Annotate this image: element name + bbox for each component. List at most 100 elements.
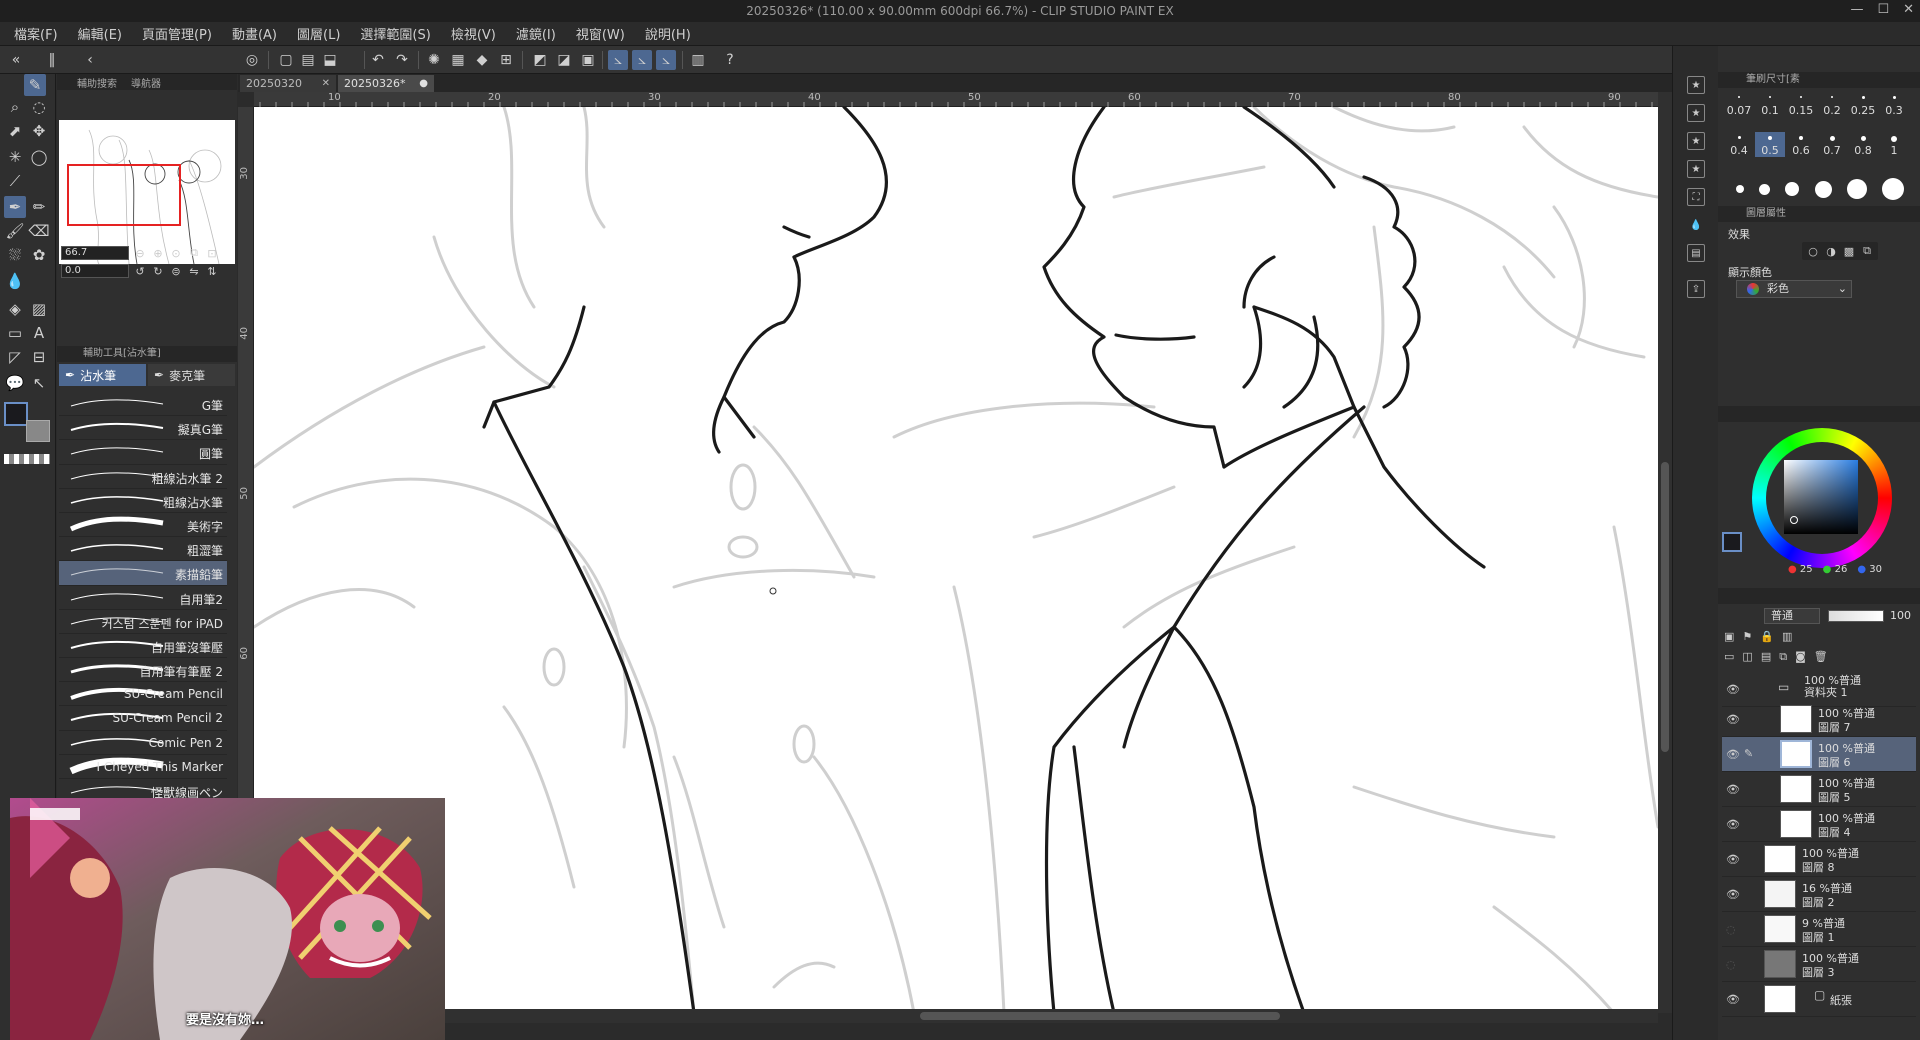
tab-document-20250320[interactable]: 20250320 ✕ bbox=[240, 75, 336, 92]
list-item[interactable]: I Cheyed This Marker bbox=[59, 755, 227, 779]
menu-window[interactable]: 視窗(W) bbox=[576, 24, 625, 43]
figure-icon[interactable]: ▭ bbox=[4, 322, 26, 344]
horizontal-scrollbar[interactable] bbox=[440, 1009, 1658, 1023]
zoom-in-icon[interactable]: ⊕ bbox=[151, 246, 165, 260]
list-item[interactable]: 粗線沾水筆 bbox=[59, 489, 227, 513]
brush-tool-icon[interactable]: 🖌 bbox=[4, 220, 26, 242]
transparent-color-swatch[interactable] bbox=[4, 454, 50, 464]
brush-size-large-item[interactable] bbox=[1846, 179, 1867, 199]
menu-selection[interactable]: 選擇範圍(S) bbox=[360, 24, 430, 43]
operation-icon[interactable]: ⬈ bbox=[4, 120, 26, 142]
eraser-icon[interactable]: ⌫ bbox=[28, 220, 50, 242]
list-item[interactable]: 自用筆2 bbox=[59, 586, 227, 610]
back-icon[interactable]: ‹ bbox=[80, 50, 100, 70]
crop-icon[interactable]: ⛶ bbox=[1687, 188, 1705, 206]
layer-row[interactable]: 👁 100 %普通 圖層 5 bbox=[1722, 772, 1916, 807]
tab-dip-pen[interactable]: ✒ 沾水筆 bbox=[59, 364, 146, 386]
list-item[interactable]: 擬真G筆 bbox=[59, 416, 227, 441]
auto-select-icon[interactable]: ✳ bbox=[4, 146, 26, 168]
fill-icon[interactable]: ◆ bbox=[472, 50, 492, 70]
new-folder-icon[interactable]: ▤ bbox=[1761, 650, 1771, 664]
border-effect-icon[interactable]: ○ bbox=[1806, 244, 1820, 258]
new-raster-icon[interactable]: ▭ bbox=[1724, 650, 1734, 664]
eye-icon[interactable]: 👁 bbox=[1726, 818, 1740, 831]
navigator-preview[interactable] bbox=[59, 120, 235, 265]
layer-row[interactable]: ◌ 9 %普通 圖層 1 bbox=[1722, 912, 1916, 947]
brush-size-item[interactable]: 0.3 bbox=[1879, 96, 1909, 117]
blend-icon[interactable]: 💧 bbox=[4, 270, 26, 292]
material-star-icon[interactable]: ★ bbox=[1687, 104, 1705, 122]
tab-marker[interactable]: ✒ 麥克筆 bbox=[148, 364, 235, 386]
artboard[interactable] bbox=[254, 107, 1658, 1013]
list-item[interactable]: SU-Cream Pencil 2 bbox=[59, 706, 227, 731]
flip-horizontal-icon[interactable]: ⇋ bbox=[187, 264, 201, 278]
eye-icon[interactable]: 👁 bbox=[1726, 853, 1740, 866]
list-item[interactable]: 自用筆沒筆壓 bbox=[59, 634, 227, 659]
zoom-icon[interactable]: ⌕ bbox=[4, 96, 26, 118]
layer-row-active[interactable]: 👁 ✎ 100 %普通 圖層 6 bbox=[1722, 737, 1916, 772]
ruler-icon[interactable]: ⊟ bbox=[28, 346, 50, 368]
eye-hidden-icon[interactable]: ◌ bbox=[1726, 923, 1736, 936]
close-tab-icon[interactable]: ✕ bbox=[322, 75, 330, 92]
list-item[interactable]: 素描鉛筆 bbox=[59, 561, 227, 586]
brush-size-large-item[interactable] bbox=[1785, 182, 1800, 196]
layer-row[interactable]: 👁 100 %普通 圖層 4 bbox=[1722, 807, 1916, 842]
brush-size-item[interactable]: 0.6 bbox=[1786, 136, 1816, 157]
navigator-viewport-rect[interactable] bbox=[67, 164, 181, 226]
list-item[interactable]: Comic Pen 2 bbox=[59, 731, 227, 755]
brush-size-item[interactable]: 0.4 bbox=[1724, 136, 1754, 157]
modified-dot-icon[interactable]: ● bbox=[419, 75, 428, 92]
rotate-field[interactable]: 0.0 bbox=[61, 264, 129, 278]
menu-page[interactable]: 頁面管理(P) bbox=[142, 24, 212, 43]
rotate-left-icon[interactable]: ↺ bbox=[133, 264, 147, 278]
lock-icon[interactable]: 🔒 bbox=[1760, 630, 1774, 643]
ref-layer-icon[interactable]: ⚑ bbox=[1742, 630, 1752, 643]
list-item[interactable]: SU-Cream Pencil bbox=[59, 682, 227, 707]
menu-help[interactable]: 說明(H) bbox=[645, 24, 691, 43]
list-item[interactable]: 圓筆 bbox=[59, 440, 227, 465]
menu-layer[interactable]: 圖層(L) bbox=[297, 24, 340, 43]
list-item[interactable]: 粗線沾水筆 2 bbox=[59, 465, 227, 489]
tab-search[interactable]: 輔助搜索 bbox=[77, 75, 117, 90]
select-all-icon[interactable]: ◩ bbox=[530, 50, 550, 70]
rotate-right-icon[interactable]: ↻ bbox=[151, 264, 165, 278]
brush-size-item[interactable]: 1 bbox=[1879, 136, 1909, 157]
clear-icon[interactable]: ▦ bbox=[448, 50, 468, 70]
sub-color-swatch[interactable] bbox=[26, 420, 50, 442]
collapse-panel-icon[interactable]: ‖ bbox=[42, 50, 62, 70]
list-item[interactable]: 自用筆有筆壓 2 bbox=[59, 658, 227, 683]
brush-size-large-item[interactable] bbox=[1758, 183, 1770, 195]
blend-mode-select[interactable]: 普通 bbox=[1764, 608, 1820, 624]
main-color-swatch[interactable] bbox=[4, 402, 28, 426]
brush-size-large-item[interactable] bbox=[1814, 180, 1832, 198]
eye-hidden-icon[interactable]: ◌ bbox=[1726, 958, 1736, 971]
trash-icon[interactable]: 🗑 bbox=[1814, 650, 1828, 664]
scroll-thumb[interactable] bbox=[920, 1012, 1280, 1020]
brush-size-item-active[interactable]: 0.5 bbox=[1755, 132, 1785, 157]
pen-mode-icon[interactable]: ✎ bbox=[24, 74, 46, 96]
reset-rotate-icon[interactable]: ⊜ bbox=[169, 264, 183, 278]
eye-icon[interactable]: 👁 bbox=[1726, 993, 1740, 1006]
material-star-icon[interactable]: ★ bbox=[1687, 132, 1705, 150]
invert-selection-icon[interactable]: ▣ bbox=[578, 50, 598, 70]
open-file-icon[interactable]: ▤ bbox=[298, 50, 318, 70]
list-item[interactable]: 粗澀筆 bbox=[59, 537, 227, 562]
layer-row[interactable]: ◌ 100 %普通 圖層 3 bbox=[1722, 947, 1916, 982]
frame-border-icon[interactable]: ◸ bbox=[4, 346, 26, 368]
maximize-icon[interactable]: ☐ bbox=[1877, 2, 1889, 17]
menu-file[interactable]: 檔案(F) bbox=[14, 24, 58, 43]
pencil-tool-icon[interactable]: ✏ bbox=[28, 196, 50, 218]
brush-size-item[interactable]: 0.2 bbox=[1817, 96, 1847, 117]
history-icon[interactable]: ▤ bbox=[1687, 244, 1705, 262]
snap-special-ruler-icon[interactable]: ⦣ bbox=[632, 50, 652, 70]
main-color-chip[interactable] bbox=[1722, 532, 1742, 552]
transform-icon[interactable]: ⊞ bbox=[496, 50, 516, 70]
layer-row[interactable]: 👁 100 %普通 圖層 7 bbox=[1722, 702, 1916, 737]
eye-icon[interactable]: 👁 bbox=[1726, 713, 1740, 726]
new-file-icon[interactable]: ▢ bbox=[276, 50, 296, 70]
layer-row[interactable]: 👁 100 %普通 圖層 8 bbox=[1722, 842, 1916, 877]
menu-animation[interactable]: 動畫(A) bbox=[232, 24, 277, 43]
snap-grid-icon[interactable]: ⦣ bbox=[656, 50, 676, 70]
eye-icon[interactable]: 👁 bbox=[1726, 783, 1740, 796]
brush-size-item[interactable]: 0.15 bbox=[1786, 96, 1816, 117]
